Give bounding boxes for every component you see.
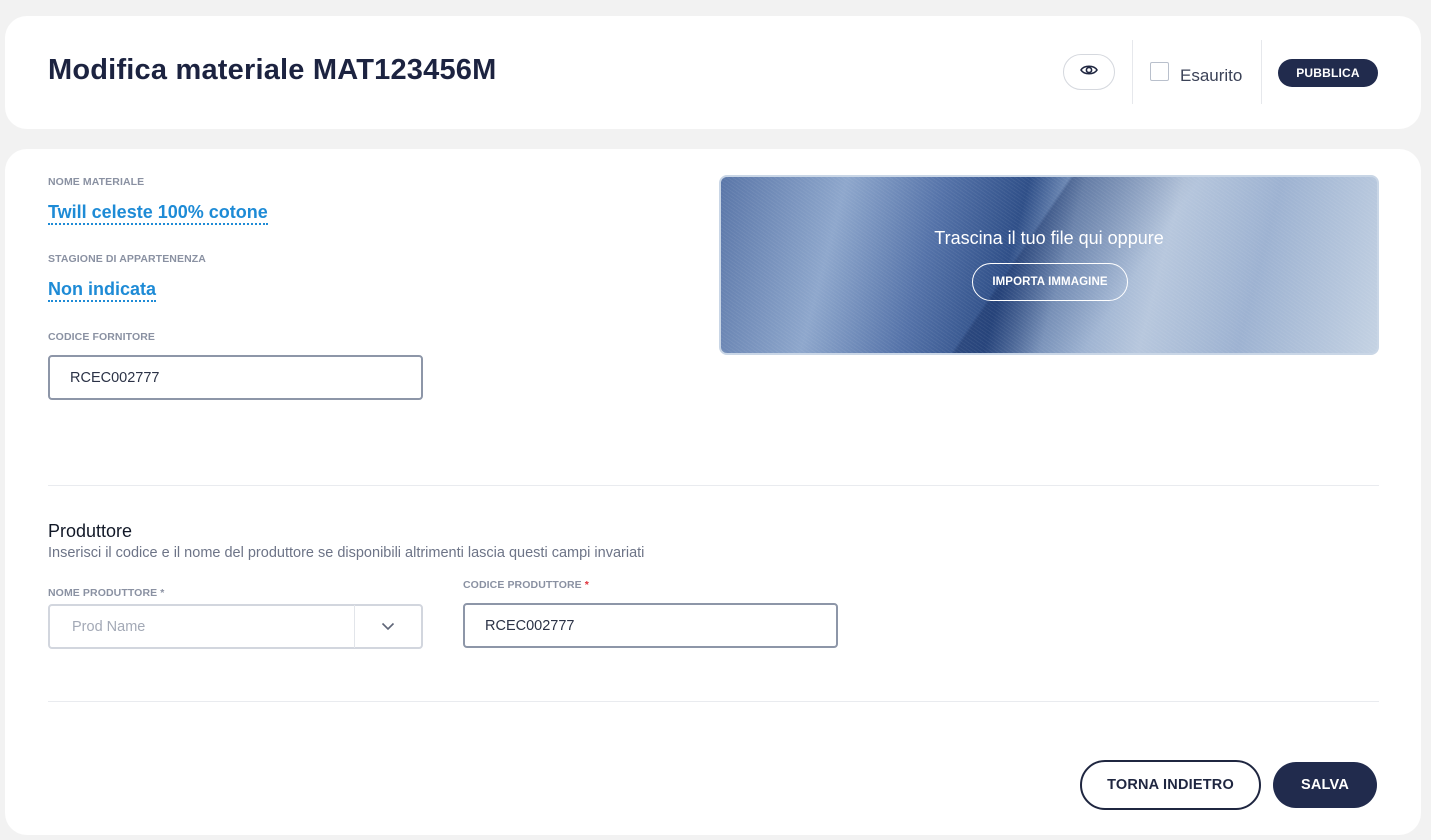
producer-section-title: Produttore bbox=[48, 521, 133, 541]
back-button[interactable]: TORNA INDIETRO bbox=[1080, 760, 1261, 810]
producer-section-subtitle: Inserisci il codice e il nome del produt… bbox=[48, 545, 645, 561]
material-form-card: NOME MATERIALE Twill celeste 100% cotone… bbox=[5, 149, 1421, 835]
material-name-value[interactable]: Twill celeste 100% cotone bbox=[48, 202, 268, 225]
producer-name-placeholder: Prod Name bbox=[72, 618, 146, 635]
section-divider bbox=[48, 485, 1379, 486]
producer-name-select[interactable]: Prod Name bbox=[48, 604, 423, 649]
import-image-button[interactable]: IMPORTA IMMAGINE bbox=[972, 263, 1128, 301]
section-divider bbox=[48, 701, 1379, 702]
producer-code-input[interactable] bbox=[463, 603, 838, 648]
season-value[interactable]: Non indicata bbox=[48, 279, 157, 302]
required-mark: * bbox=[584, 579, 589, 591]
header-divider bbox=[1132, 40, 1133, 104]
header-card: Modifica materiale MAT123456M Esaurito P… bbox=[5, 16, 1421, 129]
supplier-code-input[interactable] bbox=[48, 355, 423, 400]
sold-out-checkbox[interactable] bbox=[1150, 61, 1169, 81]
page-title: Modifica materiale MAT123456M bbox=[48, 54, 497, 86]
producer-name-label: NOME PRODUTTORE * bbox=[48, 587, 165, 599]
season-label: STAGIONE DI APPARTENENZA bbox=[48, 253, 206, 265]
publish-button[interactable]: PUBBLICA bbox=[1278, 59, 1378, 87]
header-divider bbox=[1261, 40, 1262, 104]
dropzone-text: Trascina il tuo file qui oppure bbox=[934, 228, 1164, 248]
material-name-label: NOME MATERIALE bbox=[48, 176, 145, 188]
sold-out-toggle[interactable]: Esaurito bbox=[1150, 61, 1243, 86]
image-dropzone[interactable]: Trascina il tuo file qui oppure IMPORTA … bbox=[719, 175, 1379, 355]
preview-button[interactable] bbox=[1063, 54, 1115, 90]
eye-icon bbox=[1080, 63, 1098, 81]
supplier-code-label: CODICE FORNITORE bbox=[48, 331, 155, 343]
producer-code-label: CODICE PRODUTTORE * bbox=[463, 579, 589, 591]
sold-out-label: Esaurito bbox=[1180, 66, 1243, 85]
save-button[interactable]: SALVA bbox=[1273, 762, 1377, 808]
chevron-down-icon[interactable] bbox=[355, 622, 421, 631]
producer-code-label-text: CODICE PRODUTTORE bbox=[463, 579, 582, 591]
